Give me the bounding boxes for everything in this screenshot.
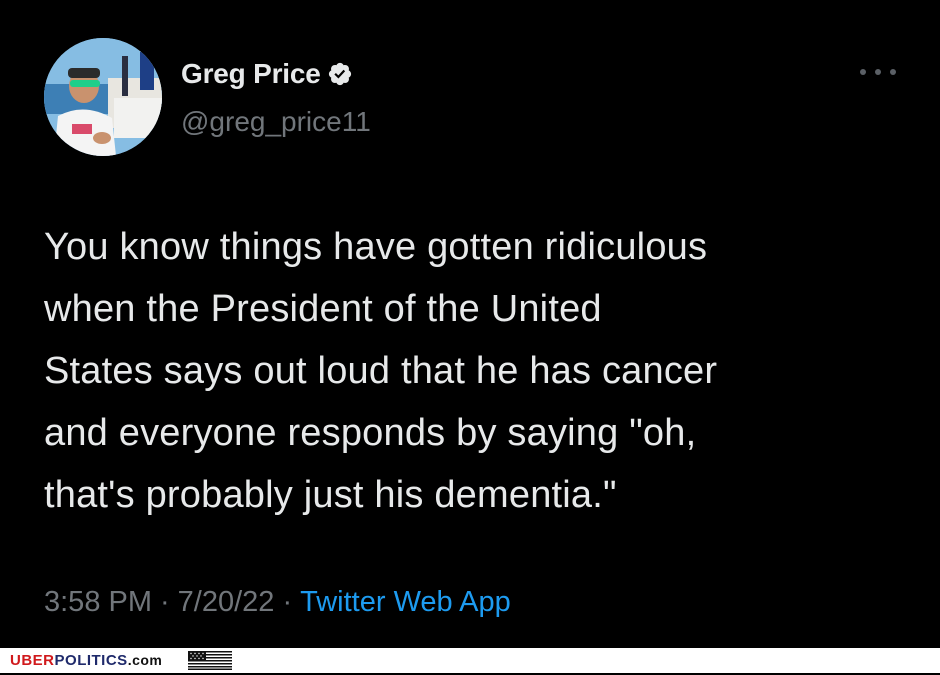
us-flag-icon bbox=[188, 651, 232, 670]
dot bbox=[890, 69, 896, 75]
tweet-text-line: when the President of the United bbox=[44, 288, 602, 330]
tweet-text: You know things have gotten ridiculous w… bbox=[44, 216, 914, 526]
author-handle[interactable]: @greg_price11 bbox=[181, 106, 371, 138]
brand-logo: UBERPOLITICS.com bbox=[10, 652, 162, 669]
tweet-time[interactable]: 3:58 PM bbox=[44, 586, 152, 619]
tweet-source-link[interactable]: Twitter Web App bbox=[300, 586, 511, 619]
tweet-text-line: that's probably just his dementia." bbox=[44, 474, 617, 516]
dot bbox=[875, 69, 881, 75]
tweet-metadata: 3:58 PM · 7/20/22 · Twitter Web App bbox=[44, 586, 511, 619]
tweet-text-line: You know things have gotten ridiculous bbox=[44, 226, 708, 268]
verified-badge-icon bbox=[327, 61, 353, 87]
author-name-row: Greg Price bbox=[181, 58, 353, 90]
brand-politics: POLITICS bbox=[54, 652, 128, 669]
tweet-text-line: and everyone responds by saying "oh, bbox=[44, 412, 697, 454]
author-display-name[interactable]: Greg Price bbox=[181, 58, 321, 90]
separator: · bbox=[160, 586, 170, 618]
brand-uber: UBER bbox=[10, 652, 55, 669]
brand-tld: .com bbox=[127, 652, 163, 668]
tweet-text-line: States says out loud that he has cancer bbox=[44, 350, 718, 392]
tweet-card: Greg Price @greg_price11 You know things… bbox=[0, 0, 940, 648]
dot bbox=[860, 69, 866, 75]
avatar[interactable] bbox=[44, 38, 162, 156]
more-options-icon[interactable] bbox=[860, 62, 896, 82]
tweet-date[interactable]: 7/20/22 bbox=[178, 586, 275, 619]
separator: · bbox=[282, 586, 293, 618]
watermark-footer: UBERPOLITICS.com bbox=[0, 648, 940, 673]
